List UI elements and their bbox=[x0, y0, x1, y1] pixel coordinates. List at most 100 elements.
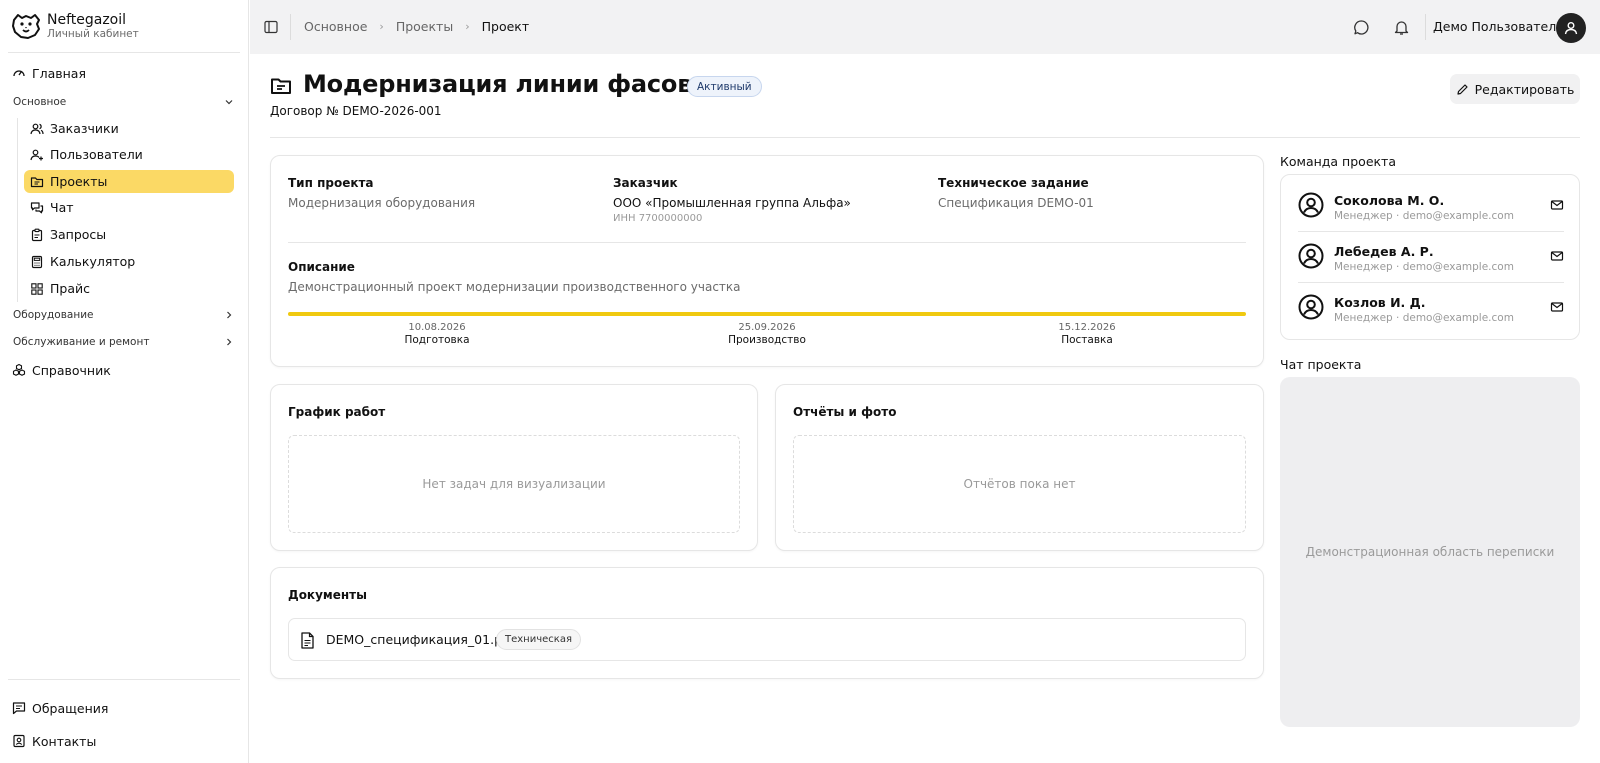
page-title: Модернизация линии фасовки bbox=[303, 70, 725, 98]
avatar[interactable] bbox=[1556, 13, 1586, 43]
milestone: 15.12.2026 Поставка bbox=[1017, 322, 1157, 346]
schedule-title: График работ bbox=[288, 405, 386, 419]
nav-appeals-label: Обращения bbox=[32, 700, 109, 716]
nav-reference[interactable]: Справочник bbox=[12, 358, 228, 382]
sidebar-item-label: Чат bbox=[50, 200, 74, 215]
milestone-date: 10.08.2026 bbox=[408, 322, 466, 333]
mail-icon[interactable] bbox=[1550, 249, 1564, 263]
nav-contacts[interactable]: Контакты bbox=[12, 729, 228, 753]
section-equipment-label: Оборудование bbox=[13, 309, 94, 321]
breadcrumb-current: Проект bbox=[481, 19, 530, 34]
bell-icon[interactable] bbox=[1393, 19, 1410, 36]
submenu-line bbox=[17, 118, 18, 302]
user-circle-icon bbox=[1298, 192, 1324, 218]
section-main-label: Основное bbox=[13, 96, 67, 108]
sidebar-item-requests[interactable]: Запросы bbox=[24, 223, 234, 246]
chat-area[interactable]: Демонстрационная область переписки bbox=[1280, 377, 1580, 727]
user-name[interactable]: Демо Пользователь bbox=[1433, 19, 1564, 34]
folder-icon bbox=[271, 78, 291, 94]
edit-button[interactable]: Редактировать bbox=[1450, 74, 1580, 104]
sidebar-item-label: Заказчики bbox=[50, 121, 119, 136]
description-value: Демонстрационный проект модернизации про… bbox=[288, 280, 741, 294]
contract-number: Договор № DEMO-2026-001 bbox=[270, 104, 442, 118]
sidebar-item-label: Запросы bbox=[50, 227, 107, 242]
member-info: Менеджер · demo@example.com bbox=[1334, 210, 1514, 222]
nav-reference-label: Справочник bbox=[32, 362, 111, 378]
chevron-down-icon bbox=[225, 100, 233, 105]
document-tag: Техническая bbox=[496, 629, 581, 650]
sidebar-item-calculator[interactable]: Калькулятор bbox=[24, 250, 234, 273]
brand[interactable]: Neftegazoil Личный кабинет bbox=[10, 10, 139, 42]
team-member[interactable]: Соколова М. О. Менеджер · demo@example.c… bbox=[1298, 180, 1564, 230]
message-circle-icon[interactable] bbox=[1353, 19, 1370, 36]
timeline-progress-bar bbox=[288, 312, 1246, 316]
customer-inn: ИНН 7700000000 bbox=[613, 213, 703, 224]
member-name: Козлов И. Д. bbox=[1334, 295, 1426, 310]
member-info: Менеджер · demo@example.com bbox=[1334, 261, 1514, 273]
sidebar-item-projects[interactable]: Проекты bbox=[24, 170, 234, 193]
milestone-date: 15.12.2026 bbox=[1058, 322, 1116, 333]
breadcrumb: Основное › Проекты › Проект bbox=[304, 19, 529, 34]
sidebar-item-users[interactable]: Пользователи bbox=[24, 143, 234, 166]
divider bbox=[270, 137, 1580, 138]
section-service[interactable]: Обслуживание и ремонт bbox=[13, 333, 234, 351]
user-icon bbox=[1564, 22, 1578, 35]
gauge-icon bbox=[12, 66, 26, 80]
sidebar-item-label: Прайс bbox=[50, 281, 90, 296]
divider bbox=[8, 679, 240, 680]
member-name: Лебедев А. Р. bbox=[1334, 244, 1434, 259]
nav-home[interactable]: Главная bbox=[12, 61, 228, 85]
member-info: Менеджер · demo@example.com bbox=[1334, 312, 1514, 324]
divider bbox=[8, 52, 240, 53]
edit-button-label: Редактировать bbox=[1474, 81, 1575, 97]
bear-logo-icon bbox=[12, 14, 40, 39]
schedule-empty-state: Нет задач для визуализации bbox=[288, 435, 740, 533]
reports-title: Отчёты и фото bbox=[793, 405, 897, 419]
spec-value[interactable]: Спецификация DEMO-01 bbox=[938, 196, 1094, 210]
document-row[interactable]: DEMO_спецификация_01.pdf Техническая bbox=[288, 618, 1246, 661]
milestone-name: Подготовка bbox=[404, 334, 470, 346]
reports-card: Отчёты и фото Отчётов пока нет bbox=[775, 384, 1264, 551]
chevron-right-icon: › bbox=[465, 20, 470, 33]
team-member[interactable]: Козлов И. Д. Менеджер · demo@example.com bbox=[1298, 282, 1564, 332]
milestone-name: Поставка bbox=[1061, 334, 1113, 346]
divider bbox=[290, 14, 291, 40]
breadcrumb-item[interactable]: Основное bbox=[304, 19, 367, 34]
milestone: 10.08.2026 Подготовка bbox=[367, 322, 507, 346]
grid-icon bbox=[30, 282, 44, 296]
reports-empty-state: Отчётов пока нет bbox=[793, 435, 1246, 533]
schedule-card: График работ Нет задач для визуализации bbox=[270, 384, 758, 551]
section-equipment[interactable]: Оборудование bbox=[13, 306, 234, 324]
customer-value[interactable]: ООО «Промышленная группа Альфа» bbox=[613, 196, 851, 210]
sidebar-item-customers[interactable]: Заказчики bbox=[24, 117, 234, 140]
user-plus-icon bbox=[30, 148, 44, 162]
message-square-icon bbox=[12, 701, 26, 715]
team-title: Команда проекта bbox=[1280, 154, 1396, 169]
chevron-right-icon: › bbox=[379, 20, 384, 33]
type-label: Тип проекта bbox=[288, 176, 374, 190]
users-icon bbox=[30, 122, 44, 136]
chevron-right-icon bbox=[227, 311, 232, 319]
calculator-icon bbox=[30, 255, 44, 269]
section-main[interactable]: Основное bbox=[13, 93, 234, 111]
spec-label: Техническое задание bbox=[938, 176, 1089, 190]
contact-book-icon bbox=[12, 734, 26, 748]
sidebar-toggle-icon[interactable] bbox=[264, 20, 278, 34]
sidebar-item-chat[interactable]: Чат bbox=[24, 196, 234, 219]
cubes-icon bbox=[12, 363, 26, 377]
section-service-label: Обслуживание и ремонт bbox=[13, 336, 150, 348]
document-name[interactable]: DEMO_спецификация_01.pdf bbox=[326, 632, 514, 647]
team-member[interactable]: Лебедев А. Р. Менеджер · demo@example.co… bbox=[1298, 231, 1564, 281]
project-info-card: Тип проекта Модернизация оборудования За… bbox=[270, 155, 1264, 367]
breadcrumb-item[interactable]: Проекты bbox=[396, 19, 453, 34]
sidebar-item-label: Калькулятор bbox=[50, 254, 136, 269]
nav-appeals[interactable]: Обращения bbox=[12, 696, 228, 720]
member-name: Соколова М. О. bbox=[1334, 193, 1445, 208]
nav-home-label: Главная bbox=[32, 65, 86, 81]
pencil-icon bbox=[1456, 83, 1469, 96]
sidebar-item-price[interactable]: Прайс bbox=[24, 277, 234, 300]
user-circle-icon bbox=[1298, 243, 1324, 269]
mail-icon[interactable] bbox=[1550, 300, 1564, 314]
milestone-date: 25.09.2026 bbox=[738, 322, 796, 333]
mail-icon[interactable] bbox=[1550, 198, 1564, 212]
